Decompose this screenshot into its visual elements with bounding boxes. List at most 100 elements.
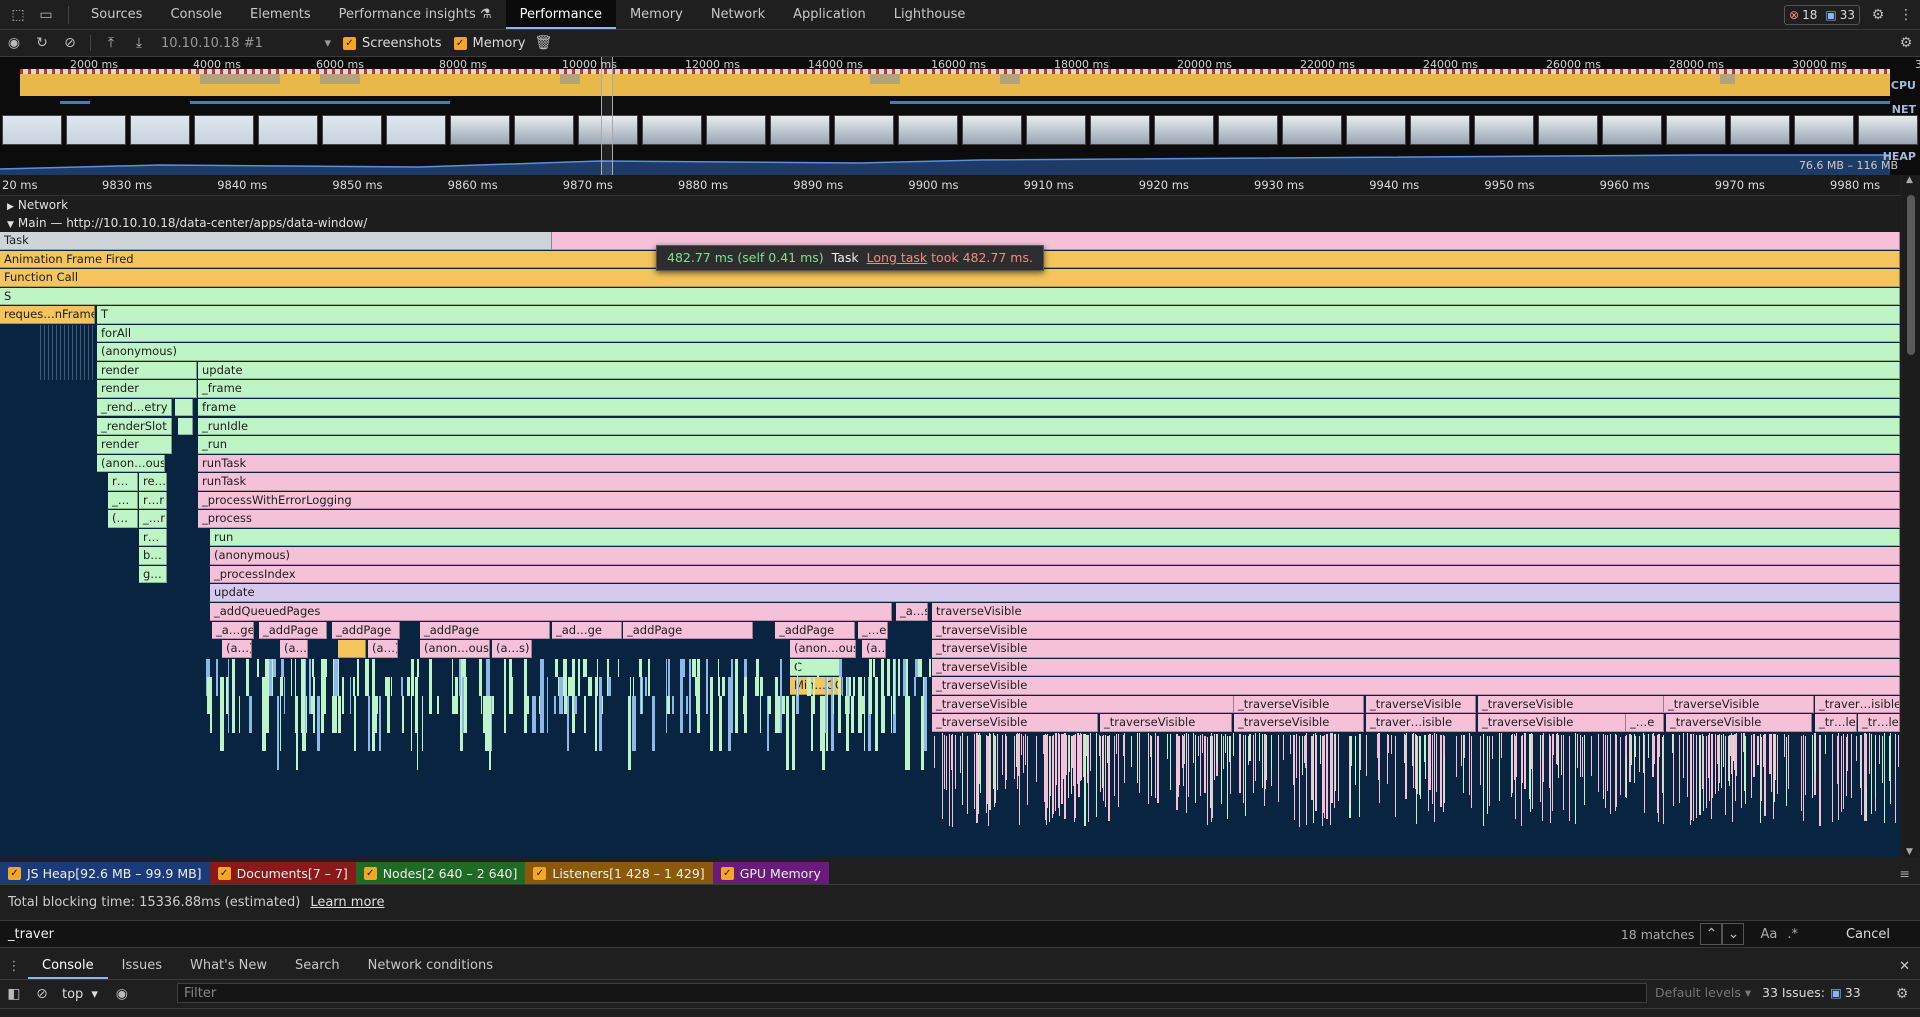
flame-event[interactable]: _frame (198, 380, 1900, 398)
flame-event[interactable]: (anon…ous) (790, 640, 856, 658)
timeline-overview[interactable]: 2000 ms 4000 ms 6000 ms 8000 ms 10000 ms 1200… (0, 57, 1920, 175)
screenshot-thumbnail[interactable] (1730, 115, 1790, 145)
flame-event[interactable]: forAll (97, 324, 1900, 343)
screenshot-thumbnail[interactable] (1602, 115, 1662, 145)
flame-event[interactable]: r… (108, 473, 138, 491)
counter-toggle[interactable]: ✓ JS Heap[92.6 MB – 99.9 MB] (0, 862, 210, 884)
selection-window-handle[interactable] (601, 57, 613, 175)
scroll-up-icon[interactable]: ▲ (1906, 175, 1913, 185)
close-drawer-icon[interactable]: ✕ (1899, 959, 1910, 974)
flame-body[interactable]: Task Animation Frame Fired Function Call Sr… (0, 232, 1900, 857)
flame-event[interactable]: (a…) (862, 640, 886, 658)
screenshot-thumbnail[interactable] (1474, 115, 1534, 145)
flame-event[interactable]: _a…ge (212, 621, 254, 640)
flame-event[interactable]: (anon…ous) (420, 640, 490, 658)
flame-event[interactable]: _… (108, 491, 138, 510)
flame-event[interactable]: _run (198, 436, 1900, 454)
screenshot-thumbnail[interactable] (1090, 115, 1150, 145)
screenshot-thumbnail[interactable] (1346, 115, 1406, 145)
screenshot-thumbnail[interactable] (514, 115, 574, 145)
inspect-element-icon[interactable]: ⬚ (4, 1, 32, 29)
flame-event[interactable]: _…e (1626, 714, 1664, 732)
screenshot-thumbnail[interactable] (962, 115, 1022, 145)
drawer-menu-icon[interactable]: ≡ (1900, 866, 1910, 881)
context-selector[interactable]: top ▾ (62, 987, 98, 1002)
screenshot-thumbnail[interactable] (130, 115, 190, 145)
tab-sources[interactable]: Sources (77, 0, 156, 29)
flame-event[interactable]: render (97, 436, 172, 454)
flame-event[interactable]: _…r (139, 510, 167, 528)
flame-event[interactable]: update (210, 584, 1900, 602)
flame-event[interactable]: g… (139, 565, 167, 584)
flame-event[interactable]: render (97, 361, 197, 380)
flame-vertical-scrollbar[interactable]: ▲ ▼ (1902, 175, 1920, 857)
screenshot-thumbnail[interactable] (450, 115, 510, 145)
screenshot-thumbnail[interactable] (66, 115, 126, 145)
issues-counter[interactable]: 33 Issues: ▣ 33 (1762, 985, 1861, 1000)
cancel-search-button[interactable]: Cancel (1846, 927, 1890, 942)
flame-event[interactable]: _addQueuedPages (210, 603, 892, 621)
flame-event[interactable]: r…r (139, 491, 167, 510)
flame-event[interactable]: _addPage (332, 621, 400, 640)
flame-chart[interactable]: ▶ Network ▼ Main — http://10.10.10.18/data… (0, 196, 1900, 857)
flame-event[interactable]: _traverseVisible (932, 658, 1900, 677)
flame-event[interactable]: _addPage (259, 621, 327, 640)
screenshot-thumbnail[interactable] (1410, 115, 1470, 145)
counter-toggle[interactable]: ✓ Nodes[2 640 – 2 640] (355, 862, 526, 884)
load-profile-icon[interactable]: ⤒ (97, 29, 125, 57)
flame-event[interactable]: _tr…le (1815, 714, 1857, 732)
flame-event[interactable]: (a…) (368, 640, 398, 658)
console-filter-input[interactable]: Filter (177, 983, 1647, 1003)
flame-event[interactable]: _traverseVisible (1478, 714, 1626, 732)
log-levels-select[interactable]: Default levels ▾ (1655, 985, 1751, 1000)
flame-event[interactable]: _traver…isible (1366, 714, 1476, 732)
screenshot-thumbnail[interactable] (1666, 115, 1726, 145)
flame-event[interactable] (178, 417, 193, 435)
tab-console[interactable]: Console (156, 0, 236, 29)
flame-event[interactable]: _traverseVisible (932, 621, 1900, 640)
learn-more-link[interactable]: Learn more (310, 895, 384, 910)
flame-event[interactable]: _traverseVisible (932, 714, 1098, 732)
flame-event[interactable]: update (198, 361, 1900, 380)
long-task-link[interactable]: Long task (867, 250, 928, 265)
record-icon[interactable]: ◉ (0, 29, 28, 57)
screenshots-checkbox[interactable]: ✓ Screenshots (343, 36, 442, 51)
capture-settings-icon[interactable]: ⚙ (1892, 29, 1920, 57)
flame-event[interactable]: _runIdle (198, 417, 1900, 435)
flame-event[interactable]: _addPage (775, 621, 855, 640)
flame-event[interactable]: _rend…etry (97, 398, 172, 417)
network-track-header[interactable]: ▶ Network (0, 196, 1900, 214)
previous-match-icon[interactable]: ⌃ (1700, 923, 1723, 945)
flame-event[interactable]: traverseVisible (932, 603, 1900, 621)
flame-event[interactable]: T (97, 306, 1900, 324)
flame-event[interactable]: _traverseVisible (932, 677, 1900, 695)
settings-gear-icon[interactable]: ⚙ (1864, 1, 1892, 29)
flame-event[interactable]: Task (0, 232, 552, 250)
flame-event[interactable]: _traverseVisible (1234, 695, 1364, 714)
next-match-icon[interactable]: ⌄ (1722, 923, 1745, 945)
device-toolbar-icon[interactable]: ▭ (32, 1, 60, 29)
match-case-button[interactable]: Aa (1760, 927, 1777, 942)
save-profile-icon[interactable]: ⤓ (125, 29, 153, 57)
screenshot-thumbnail[interactable] (2, 115, 62, 145)
screenshot-thumbnail[interactable] (834, 115, 894, 145)
flame-event[interactable]: _traver…isible (1815, 695, 1900, 714)
flame-event[interactable]: (a…s) (492, 640, 532, 658)
screenshot-thumbnail[interactable] (258, 115, 318, 145)
drawer-tab[interactable]: Issues (108, 953, 176, 979)
console-settings-icon[interactable]: ⚙ (1888, 980, 1916, 1008)
screenshot-thumbnail[interactable] (1794, 115, 1854, 145)
screenshot-thumbnail[interactable] (322, 115, 382, 145)
flame-event[interactable]: _processWithErrorLogging (198, 491, 1900, 510)
search-input[interactable]: _traver (0, 927, 1621, 942)
flame-event[interactable] (175, 398, 193, 417)
flame-event[interactable]: Function Call (0, 269, 1900, 287)
scroll-down-icon[interactable]: ▼ (1906, 847, 1913, 857)
screenshot-thumbnail[interactable] (898, 115, 958, 145)
flame-event[interactable]: _…e (858, 621, 888, 640)
flame-event[interactable]: run (210, 528, 1900, 547)
flame-event[interactable]: (anonymous) (97, 343, 1900, 361)
tab-memory[interactable]: Memory (616, 0, 697, 29)
counter-toggle[interactable]: ✓ Listeners[1 428 – 1 429] (525, 862, 713, 884)
flame-event[interactable]: _traverseVisible (1366, 695, 1476, 714)
